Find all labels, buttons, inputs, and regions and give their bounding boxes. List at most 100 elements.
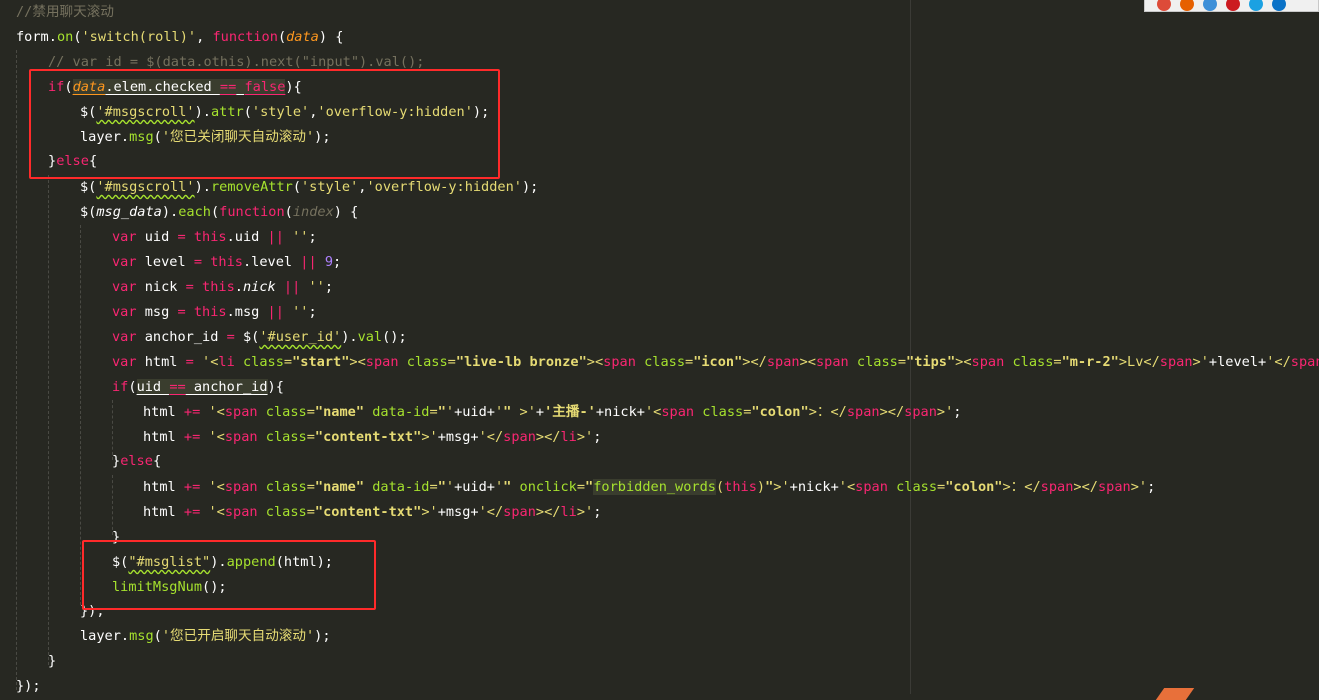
code-token: var (112, 254, 137, 270)
code-token: class (406, 354, 448, 370)
chrome-icon[interactable] (1157, 0, 1171, 11)
code-token: ; (1147, 479, 1156, 495)
code-line[interactable]: } (48, 649, 56, 674)
code-token: ; (333, 254, 342, 270)
code-token: var (112, 279, 137, 295)
code-token: ></ (1073, 479, 1098, 495)
code-token: ( (715, 479, 725, 495)
indent-guide (112, 400, 113, 460)
code-line[interactable]: }else{ (112, 449, 161, 474)
code-token: '< (838, 479, 856, 495)
code-token: span (1290, 354, 1319, 370)
code-token: '</ (478, 504, 504, 520)
code-token: ; (593, 504, 602, 520)
code-editor[interactable]: //禁用聊天滚动 form.on('switch(roll)', function… (0, 0, 1319, 694)
ie-icon[interactable] (1249, 0, 1263, 11)
code-token: span (766, 354, 800, 370)
code-line[interactable]: html += '<span class="content-txt">'+msg… (143, 500, 601, 525)
code-line[interactable]: var anchor_id = $('#user_id').val(); (112, 325, 407, 350)
code-token: 'switch(roll)' (81, 29, 197, 45)
code-token: (); (382, 329, 407, 345)
opera-icon[interactable] (1226, 0, 1240, 11)
code-line[interactable]: //禁用聊天滚动 (16, 0, 114, 25)
code-token: '' (292, 229, 309, 245)
code-token: = (447, 354, 456, 370)
code-token: = (306, 429, 315, 445)
code-token: . (120, 628, 130, 644)
code-token: class (265, 404, 307, 420)
code-token: . (48, 29, 57, 45)
code-token: '< (644, 404, 662, 420)
code-token: += (183, 404, 201, 420)
code-token: || (300, 254, 317, 270)
code-token: || (267, 304, 284, 320)
code-token: 'style' (301, 179, 359, 195)
code-token: >' (1130, 479, 1148, 495)
code-line[interactable]: html += '<span class="name" data-id="'+u… (143, 400, 961, 425)
code-token: += (183, 429, 201, 445)
code-token: ) (756, 479, 766, 495)
firefox-icon[interactable] (1180, 0, 1194, 11)
code-token: //禁用聊天滚动 (16, 4, 114, 20)
code-token: = (1053, 354, 1062, 370)
code-token: = (306, 479, 315, 495)
code-token: = (177, 304, 186, 320)
code-line[interactable]: var level = this.level || 9; (112, 250, 341, 275)
code-token: >' (421, 504, 438, 520)
code-token: on (56, 29, 74, 45)
code-token: >' (576, 429, 594, 445)
code-line[interactable]: layer.msg('您已开启聊天自动滚动'); (80, 624, 331, 649)
code-token: "colon" (751, 404, 809, 420)
code-token: "tips" (906, 354, 956, 370)
code-line[interactable]: html += '<span class="content-txt">'+msg… (143, 425, 601, 450)
code-token: "live-lb bronze" (455, 354, 587, 370)
code-token: html (143, 479, 184, 495)
code-token: '</ (478, 429, 504, 445)
code-token: li (560, 429, 577, 445)
code-token: = (429, 479, 438, 495)
code-line[interactable]: $(msg_data).each(function(index) { (80, 200, 358, 225)
code-token: class (242, 354, 284, 370)
code-token: = (897, 354, 907, 370)
code-token: var (112, 229, 137, 245)
code-token: span (846, 404, 880, 420)
edge-icon[interactable] (1272, 0, 1286, 11)
code-token: ' (494, 479, 504, 495)
code-token: == (169, 379, 186, 395)
code-token: span (971, 354, 1005, 370)
code-token: nick (136, 279, 186, 295)
code-line[interactable]: var uid = this.uid || ''; (112, 225, 317, 250)
code-line[interactable]: var html = '<li class="start"><span clas… (112, 350, 1319, 375)
code-line[interactable]: }); (16, 674, 41, 699)
code-token: '#user_id' (259, 329, 342, 345)
code-token: span (224, 429, 258, 445)
code-token: this (193, 229, 227, 245)
safari-icon[interactable] (1203, 0, 1217, 11)
code-token: = (576, 479, 586, 495)
code-line[interactable]: html += '<span class="name" data-id="'+u… (143, 475, 1155, 500)
code-token: >' (1192, 354, 1209, 370)
code-token: +nick+ (595, 404, 645, 420)
code-token: "content-txt" (314, 429, 422, 445)
code-token: +uid+ (454, 479, 495, 495)
code-token: = (226, 329, 235, 345)
code-token: ; (593, 429, 602, 445)
code-token: span (1040, 479, 1074, 495)
code-line[interactable]: var nick = this.nick || ''; (112, 275, 333, 300)
code-token: msg (129, 628, 154, 644)
code-token: "content-txt" (314, 504, 422, 520)
code-line[interactable]: if(uid == anchor_id){ (112, 375, 284, 400)
code-token: ). (161, 204, 179, 220)
code-token: this (193, 304, 227, 320)
code-token: ){ (267, 379, 284, 395)
code-token: ) { (333, 204, 359, 220)
code-line[interactable]: var msg = this.msg || ''; (112, 300, 317, 325)
code-line[interactable]: form.on('switch(roll)', function(data) { (16, 25, 343, 50)
code-token: < (594, 354, 604, 370)
code-token: '</ (1266, 354, 1291, 370)
